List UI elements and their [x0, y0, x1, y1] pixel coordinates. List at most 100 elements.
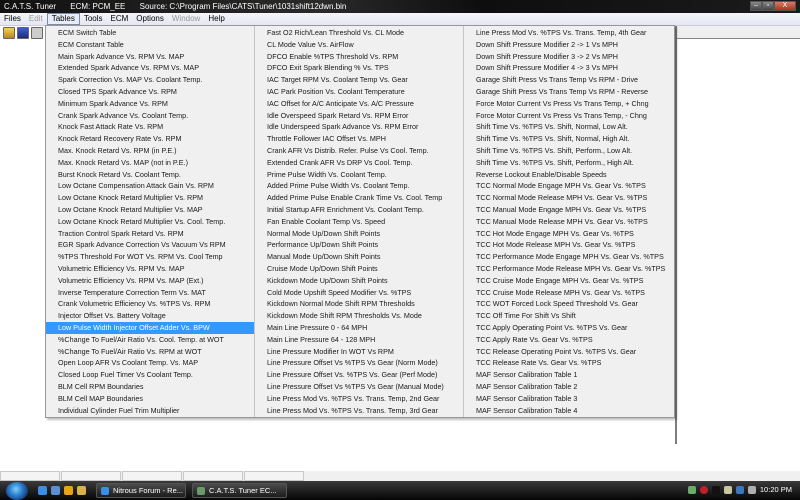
menu-item-table[interactable]: MAF Sensor Calibration Table 3 — [464, 393, 674, 405]
taskbar-item-cats-tuner[interactable]: C.A.T.S. Tuner EC... — [192, 483, 287, 498]
menu-item-table[interactable]: Performance Up/Down Shift Points — [255, 239, 463, 251]
menu-item-table[interactable]: Initial Startup AFR Enrichment Vs. Coola… — [255, 204, 463, 216]
menu-item-table[interactable]: Cold Mode Upshift Speed Modifier Vs. %TP… — [255, 287, 463, 299]
menu-files[interactable]: Files — [0, 13, 25, 25]
menu-item-table[interactable]: ECM Constant Table — [46, 39, 254, 51]
menu-item-table[interactable]: EGR Spark Advance Correction Vs Vacuum V… — [46, 239, 254, 251]
menu-item-table[interactable]: Closed Loop Fuel Timer Vs Coolant Temp. — [46, 369, 254, 381]
menu-item-table[interactable]: Force Motor Current Vs Press Vs Trans Te… — [464, 98, 674, 110]
menu-item-table[interactable]: Added Prime Pulse Enable Crank Time Vs. … — [255, 192, 463, 204]
menu-item-table[interactable]: CL Mode Value Vs. AirFlow — [255, 39, 463, 51]
menu-item-table[interactable]: TCC WOT Forced Lock Speed Threshold Vs. … — [464, 298, 674, 310]
menu-item-table[interactable]: TCC Release Operating Point Vs. %TPS Vs.… — [464, 346, 674, 358]
network-tray-icon[interactable] — [687, 485, 696, 494]
menu-item-table[interactable]: Shift Time Vs. %TPS Vs. Shift, Normal, H… — [464, 133, 674, 145]
menu-item-table[interactable]: Low Octane Knock Retard Multiplier Vs. C… — [46, 216, 254, 228]
menu-item-table[interactable]: TCC Normal Mode Engage MPH Vs. Gear Vs. … — [464, 180, 674, 192]
menu-item-table[interactable]: Burst Knock Retard Vs. Coolant Temp. — [46, 169, 254, 181]
menu-item-table[interactable]: Added Prime Pulse Width Vs. Coolant Temp… — [255, 180, 463, 192]
save-disk-icon[interactable] — [17, 27, 29, 39]
menu-item-table[interactable]: Closed TPS Spark Advance Vs. RPM — [46, 86, 254, 98]
switch-windows-icon[interactable] — [77, 486, 86, 495]
minimize-button[interactable]: – — [750, 1, 762, 11]
menu-item-table[interactable]: TCC Apply Operating Point Vs. %TPS Vs. G… — [464, 322, 674, 334]
menu-item-table[interactable]: IAC Offset for A/C Anticipate Vs. A/C Pr… — [255, 98, 463, 110]
taskbar-item-nitrous-forum[interactable]: Nitrous Forum - Re... — [96, 483, 186, 498]
connection-tray-icon[interactable] — [735, 485, 744, 494]
menu-item-table[interactable]: Max. Knock Retard Vs. RPM (in P.E.) — [46, 145, 254, 157]
media-player-icon[interactable] — [64, 486, 73, 495]
menu-item-table[interactable]: Low Pulse Width Injector Offset Adder Vs… — [46, 321, 254, 334]
menu-item-table[interactable]: Fan Enable Coolant Temp Vs. Speed — [255, 216, 463, 228]
menu-item-table[interactable]: Normal Mode Up/Down Shift Points — [255, 228, 463, 240]
close-button[interactable]: X — [774, 1, 796, 11]
menu-tables[interactable]: Tables — [46, 13, 80, 25]
menu-item-table[interactable]: IAC Park Position Vs. Coolant Temperatur… — [255, 86, 463, 98]
menu-item-table[interactable]: Line Pressure Offset Vs. %TPS Vs. Gear (… — [255, 369, 463, 381]
menu-item-table[interactable]: TCC Cruise Mode Engage MPH Vs. Gear Vs. … — [464, 275, 674, 287]
menu-item-table[interactable]: Main Line Pressure 64 - 128 MPH — [255, 334, 463, 346]
menu-item-table[interactable]: Extended Spark Advance Vs. RPM Vs. MAP — [46, 62, 254, 74]
menu-item-table[interactable]: TCC Hot Mode Release MPH Vs. Gear Vs. %T… — [464, 239, 674, 251]
maximize-button[interactable]: ▫ — [762, 1, 774, 11]
menu-item-table[interactable]: Knock Fast Attack Rate Vs. RPM — [46, 121, 254, 133]
menu-item-table[interactable]: TCC Manual Mode Release MPH Vs. Gear Vs.… — [464, 216, 674, 228]
menu-item-table[interactable]: Extended Crank AFR Vs DRP Vs Cool. Temp. — [255, 157, 463, 169]
menu-item-table[interactable]: Garage Shift Press Vs Trans Temp Vs RPM … — [464, 86, 674, 98]
show-desktop-icon[interactable] — [51, 486, 60, 495]
menu-tools[interactable]: Tools — [80, 13, 107, 25]
menu-item-table[interactable]: Line Press Mod Vs. %TPS Vs. Trans. Temp,… — [464, 27, 674, 39]
menu-item-table[interactable]: Crank Spark Advance Vs. Coolant Temp. — [46, 110, 254, 122]
menu-item-table[interactable]: TCC Manual Mode Engage MPH Vs. Gear Vs. … — [464, 204, 674, 216]
menu-item-table[interactable]: Line Pressure Offset Vs %TPS Vs Gear (Ma… — [255, 381, 463, 393]
menu-item-table[interactable]: MAF Sensor Calibration Table 4 — [464, 405, 674, 417]
windows-start-orb-icon[interactable] — [6, 481, 28, 500]
menu-item-table[interactable]: Open Loop AFR Vs Coolant Temp. Vs. MAP — [46, 357, 254, 369]
open-folder-icon[interactable] — [3, 27, 15, 39]
menu-item-table[interactable]: %Change To Fuel/Air Ratio Vs. RPM at WOT — [46, 346, 254, 358]
menu-item-table[interactable]: Volumetric Efficiency Vs. RPM Vs. MAP (E… — [46, 275, 254, 287]
menu-item-table[interactable]: IAC Target RPM Vs. Coolant Temp Vs. Gear — [255, 74, 463, 86]
menu-item-table[interactable]: Line Press Mod Vs. %TPS Vs. Trans. Temp,… — [255, 405, 463, 417]
menu-item-table[interactable]: Idle Overspeed Spark Retard Vs. RPM Erro… — [255, 110, 463, 122]
menu-item-table[interactable]: Shift Time Vs. %TPS Vs. Shift, Perform.,… — [464, 157, 674, 169]
menu-item-table[interactable]: Shift Time Vs. %TPS Vs. Shift, Perform.,… — [464, 145, 674, 157]
menu-item-table[interactable]: Crank AFR Vs Distrib. Refer. Pulse Vs Co… — [255, 145, 463, 157]
menu-item-table[interactable]: %Change To Fuel/Air Ratio Vs. Cool. Temp… — [46, 334, 254, 346]
menu-item-table[interactable]: Injector Offset Vs. Battery Voltage — [46, 310, 254, 322]
menu-item-table[interactable]: Garage Shift Press Vs Trans Temp Vs RPM … — [464, 74, 674, 86]
menu-item-table[interactable]: Main Spark Advance Vs. RPM Vs. MAP — [46, 51, 254, 63]
menu-ecm[interactable]: ECM — [107, 13, 133, 25]
menu-item-table[interactable]: Kickdown Normal Mode Shift RPM Threshold… — [255, 298, 463, 310]
menu-item-table[interactable]: Prime Pulse Width Vs. Coolant Temp. — [255, 169, 463, 181]
menu-item-table[interactable]: Max. Knock Retard Vs. MAP (not in P.E.) — [46, 157, 254, 169]
menu-item-table[interactable]: TCC Off Time For Shift Vs Shift — [464, 310, 674, 322]
clock[interactable]: 10:20 PM — [760, 485, 792, 494]
menu-item-table[interactable]: Line Pressure Modifier In WOT Vs RPM — [255, 346, 463, 358]
menu-item-table[interactable]: Crank Volumetric Efficiency Vs. %TPS Vs.… — [46, 298, 254, 310]
menu-item-table[interactable]: TCC Hot Mode Engage MPH Vs. Gear Vs. %TP… — [464, 228, 674, 240]
menu-item-table[interactable]: Traction Control Spark Retard Vs. RPM — [46, 228, 254, 240]
menu-item-table[interactable]: Kickdown Mode Shift RPM Thresholds Vs. M… — [255, 310, 463, 322]
menu-item-table[interactable]: BLM Cell RPM Boundaries — [46, 381, 254, 393]
menu-item-table[interactable]: Idle Underspeed Spark Advance Vs. RPM Er… — [255, 121, 463, 133]
menu-item-table[interactable]: Fast O2 Rich/Lean Threshold Vs. CL Mode — [255, 27, 463, 39]
menu-item-table[interactable]: Manual Mode Up/Down Shift Points — [255, 251, 463, 263]
menu-item-table[interactable]: Low Octane Compensation Attack Gain Vs. … — [46, 180, 254, 192]
menu-item-table[interactable]: Force Motor Current Vs Press Vs Trans Te… — [464, 110, 674, 122]
menu-item-table[interactable]: Down Shift Pressure Modifier 2 -> 1 Vs M… — [464, 39, 674, 51]
menu-item-table[interactable]: TCC Performance Mode Engage MPH Vs. Gear… — [464, 251, 674, 263]
menu-item-table[interactable]: Individual Cylinder Fuel Trim Multiplier — [46, 405, 254, 417]
menu-item-table[interactable]: TCC Normal Mode Release MPH Vs. Gear Vs.… — [464, 192, 674, 204]
menu-item-table[interactable]: Down Shift Pressure Modifier 3 -> 2 Vs M… — [464, 51, 674, 63]
menu-item-table[interactable]: Spark Correction Vs. MAP Vs. Coolant Tem… — [46, 74, 254, 86]
menu-item-table[interactable]: TCC Release Rate Vs. Gear Vs. %TPS — [464, 357, 674, 369]
menu-item-table[interactable]: MAF Sensor Calibration Table 2 — [464, 381, 674, 393]
menu-item-table[interactable]: Line Press Mod Vs. %TPS Vs. Trans. Temp,… — [255, 393, 463, 405]
menu-item-table[interactable]: Volumetric Efficiency Vs. RPM Vs. MAP — [46, 263, 254, 275]
menu-help[interactable]: Help — [204, 13, 228, 25]
menu-item-table[interactable]: %TPS Threshold For WOT Vs. RPM Vs. Cool … — [46, 251, 254, 263]
menu-item-table[interactable]: Throttle Follower IAC Offset Vs. MPH — [255, 133, 463, 145]
tray-icon[interactable] — [711, 485, 720, 494]
menu-item-table[interactable]: Reverse Lockout Enable/Disable Speeds — [464, 169, 674, 181]
